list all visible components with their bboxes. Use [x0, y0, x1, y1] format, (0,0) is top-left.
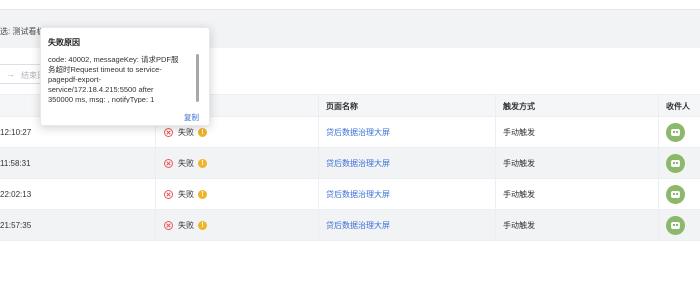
robot-avatar-icon [666, 216, 685, 235]
top-bar [0, 0, 700, 10]
exclamation-icon[interactable]: ! [198, 159, 207, 168]
status-text: 失败 [178, 159, 194, 168]
circle-x-icon [164, 221, 173, 230]
time-cell: 22:02:13 [0, 190, 32, 199]
trigger-cell: 手动触发 [503, 221, 535, 230]
circle-x-icon [164, 159, 173, 168]
trigger-cell: 手动触发 [503, 190, 535, 199]
status-text: 失败 [178, 190, 194, 199]
circle-x-icon [164, 128, 173, 137]
status-cell: 失败 ! [164, 179, 207, 210]
page-link[interactable]: 贷后数据治理大屏 [326, 117, 390, 148]
page-link[interactable]: 贷后数据治理大屏 [326, 179, 390, 210]
circle-x-icon [164, 190, 173, 199]
time-cell: 11:58:31 [0, 159, 31, 168]
breadcrumb: 选: 测试看板 [0, 27, 45, 36]
status-text: 失败 [178, 221, 194, 230]
range-arrow-icon: → [6, 69, 15, 79]
robot-avatar-icon [666, 185, 685, 204]
status-cell: 失败 ! [164, 210, 207, 241]
page-link[interactable]: 贷后数据治理大屏 [326, 148, 390, 179]
time-cell: 21:57:35 [0, 221, 32, 230]
exclamation-icon[interactable]: ! [198, 128, 207, 137]
trigger-cell: 手动触发 [503, 128, 535, 137]
popover-scrollbar[interactable] [196, 54, 199, 102]
trigger-cell: 手动触发 [503, 159, 535, 168]
time-cell: 12:10:27 [0, 128, 32, 137]
header-trigger: 触发方式 [503, 102, 535, 111]
exclamation-icon[interactable]: ! [198, 190, 207, 199]
robot-avatar-icon [666, 123, 685, 142]
status-cell: 失败 ! [164, 148, 207, 179]
page-link[interactable]: 贷后数据治理大屏 [326, 210, 390, 241]
table-row: 22:02:13 失败 ! 贷后数据治理大屏 手动触发 [0, 179, 700, 210]
table-row: 21:57:35 失败 ! 贷后数据治理大屏 手动触发 [0, 210, 700, 241]
table-row: 11:58:31 失败 ! 贷后数据治理大屏 手动触发 [0, 148, 700, 179]
robot-avatar-icon [666, 154, 685, 173]
failure-reason-popover: 失败原因 code: 40002, messageKey: 请求PDF服 务超时… [40, 27, 210, 126]
popover-title: 失败原因 [48, 38, 80, 47]
copy-button[interactable]: 复制 [184, 112, 199, 123]
header-page-name: 页面名称 [326, 102, 358, 111]
popover-message: code: 40002, messageKey: 请求PDF服 务超时Reque… [48, 55, 179, 103]
header-recipient: 收件人 [666, 102, 690, 111]
exclamation-icon[interactable]: ! [198, 221, 207, 230]
